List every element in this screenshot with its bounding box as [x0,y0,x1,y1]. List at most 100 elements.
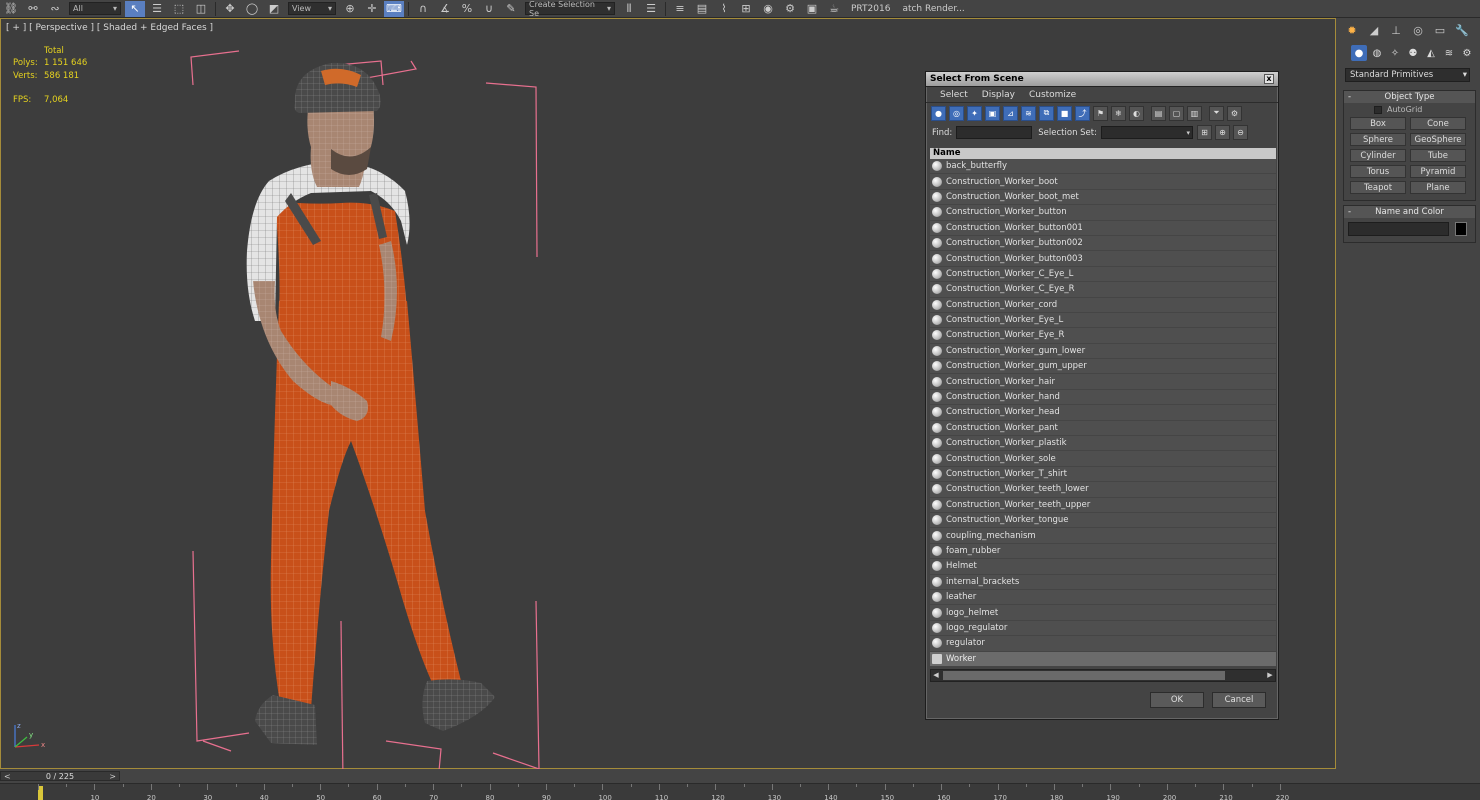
pivot-icon[interactable]: ⊕ [340,1,360,17]
dialog-title-bar[interactable]: Select From Scene x [926,72,1278,87]
list-item[interactable]: Construction_Worker_boot [930,174,1276,190]
snaps-toggle-icon[interactable]: ∩ [413,1,433,17]
list-item[interactable]: leather [930,590,1276,606]
list-item[interactable]: regulator [930,636,1276,652]
move-icon[interactable]: ✥ [220,1,240,17]
mirror-icon[interactable]: ⫴ [619,1,639,17]
select-by-name-icon[interactable]: ☰ [147,1,167,17]
display-shapes-icon[interactable]: ◎ [949,105,964,121]
list-item[interactable]: Construction_Worker_cord [930,298,1276,313]
select-object-icon[interactable]: ↖ [125,0,145,17]
list-item[interactable]: Construction_Worker_boot_met [930,190,1276,206]
window-crossing-icon[interactable]: ◫ [191,1,211,17]
tube-button[interactable]: Tube [1410,149,1466,162]
display-geometry-icon[interactable]: ● [931,105,946,121]
display-helpers-icon[interactable]: ⊿ [1003,105,1018,121]
teapot-button[interactable]: Teapot [1350,181,1406,194]
list-item[interactable]: Construction_Worker_Eye_L [930,313,1276,329]
next-frame-button[interactable]: > [109,772,116,781]
list-item[interactable]: foam_rubber [930,544,1276,560]
autogrid-checkbox[interactable]: AutoGrid [1344,103,1475,116]
menu-select[interactable]: Select [940,90,968,100]
list-item[interactable]: Construction_Worker_plastik [930,436,1276,452]
list-item[interactable]: Construction_Worker_hand [930,390,1276,406]
create-tab-icon[interactable]: ✹ [1342,21,1362,39]
cone-button[interactable]: Cone [1410,117,1466,130]
geometry-icon[interactable]: ● [1351,45,1367,61]
cancel-button[interactable]: Cancel [1212,692,1266,708]
list-item[interactable]: Construction_Worker_button001 [930,221,1276,236]
sphere-button[interactable]: Sphere [1350,133,1406,146]
list-item[interactable]: Construction_Worker_tongue [930,513,1276,529]
material-editor-icon[interactable]: ◉ [758,1,778,17]
list-item[interactable]: Construction_Worker_pant [930,421,1276,437]
display-tab-icon[interactable]: ▭ [1430,21,1450,39]
list-item[interactable]: Construction_Worker_C_Eye_L [930,267,1276,283]
spacewarps-icon[interactable]: ≋ [1441,45,1457,61]
box-button[interactable]: Box [1350,117,1406,130]
geometry-category-dropdown[interactable]: Standard Primitives ▾ [1345,68,1470,82]
display-lights-icon[interactable]: ✦ [967,105,982,121]
plane-button[interactable]: Plane [1410,181,1466,194]
list-item[interactable]: Construction_Worker_button002 [930,236,1276,252]
list-item[interactable]: Construction_Worker_sole [930,451,1276,467]
angle-snap-icon[interactable]: ∡ [435,1,455,17]
geosphere-button[interactable]: GeoSphere [1410,133,1466,146]
menu-customize[interactable]: Customize [1029,90,1076,100]
align-icon[interactable]: ☰ [641,1,661,17]
scroll-left-icon[interactable]: ◀ [931,670,941,681]
link-icon[interactable]: ⛓ [1,1,21,17]
list-item[interactable]: internal_brackets [930,575,1276,590]
list-item[interactable]: Construction_Worker_gum_upper [930,359,1276,375]
display-spacewarps-icon[interactable]: ≋ [1021,105,1036,121]
rendered-frame-icon[interactable]: ▣ [802,1,822,17]
cylinder-button[interactable]: Cylinder [1350,149,1406,162]
render-setup-icon[interactable]: ⚙ [780,1,800,17]
list-item[interactable]: Helmet [930,559,1276,575]
rotate-icon[interactable]: ◯ [242,1,262,17]
filter-icon[interactable]: ⏷ [1209,105,1224,121]
list-item[interactable]: Construction_Worker_teeth_upper [930,498,1276,513]
display-frozen-icon[interactable]: ❄ [1111,105,1126,121]
object-type-header[interactable]: - Object Type [1344,91,1475,103]
rect-selection-icon[interactable]: ⬚ [169,1,189,17]
lights-icon[interactable]: ✧ [1387,45,1403,61]
torus-button[interactable]: Torus [1350,165,1406,178]
track-bar[interactable]: 10 20 30 40 50 60 70 80 90 100 110 120 130 140 150 160 1… [0,783,1480,800]
horizontal-scrollbar[interactable]: ◀ ▶ [930,669,1276,682]
display-invert-icon[interactable]: ▥ [1187,105,1202,121]
layer-explorer-icon[interactable]: ≡ [670,1,690,17]
ok-button[interactable]: OK [1150,692,1204,708]
list-item[interactable]: coupling_mechanism [930,528,1276,544]
schematic-view-icon[interactable]: ⊞ [736,1,756,17]
list-item[interactable]: Construction_Worker_C_Eye_R [930,282,1276,298]
object-color-swatch[interactable] [1455,222,1467,236]
select-manipulate-icon[interactable]: ✛ [362,1,382,17]
time-slider[interactable]: < 0 / 225 > [0,769,1480,783]
reference-coord-combo[interactable]: View ▾ [288,2,336,15]
list-item[interactable]: Construction_Worker_Eye_R [930,328,1276,344]
list-item[interactable]: Construction_Worker_T_shirt [930,467,1276,483]
display-bones-icon[interactable]: ⤴ [1075,105,1090,121]
helpers-icon[interactable]: ◭ [1423,45,1439,61]
list-item[interactable]: Construction_Worker_button [930,205,1276,221]
display-xrefs-icon[interactable]: ■ [1057,105,1072,121]
scroll-right-icon[interactable]: ▶ [1265,670,1275,681]
motion-tab-icon[interactable]: ◎ [1408,21,1428,39]
toggle-ribbon-icon[interactable]: ▤ [692,1,712,17]
pyramid-button[interactable]: Pyramid [1410,165,1466,178]
list-item[interactable]: back_butterfly [930,159,1276,175]
object-list-body[interactable]: back_butterfly Construction_Worker_boot Co… [930,159,1276,667]
list-item[interactable]: Construction_Worker_teeth_lower [930,482,1276,498]
shapes-icon[interactable]: ◍ [1369,45,1385,61]
edit-named-selection-icon[interactable]: ✎ [501,1,521,17]
filter-settings-icon[interactable]: ⚙ [1227,105,1242,121]
add-to-selection-set-icon[interactable]: ⊕ [1214,125,1230,140]
object-name-input[interactable] [1348,222,1449,236]
percent-snap-icon[interactable]: % [457,1,477,17]
column-header-name[interactable]: Name [930,148,1276,159]
hierarchy-tab-icon[interactable]: ⊥ [1386,21,1406,39]
batch-render-text[interactable]: atch Render... [902,4,964,14]
keyboard-shortcut-override-icon[interactable]: ⌨ [384,0,404,17]
utilities-tab-icon[interactable]: 🔧 [1452,21,1472,39]
